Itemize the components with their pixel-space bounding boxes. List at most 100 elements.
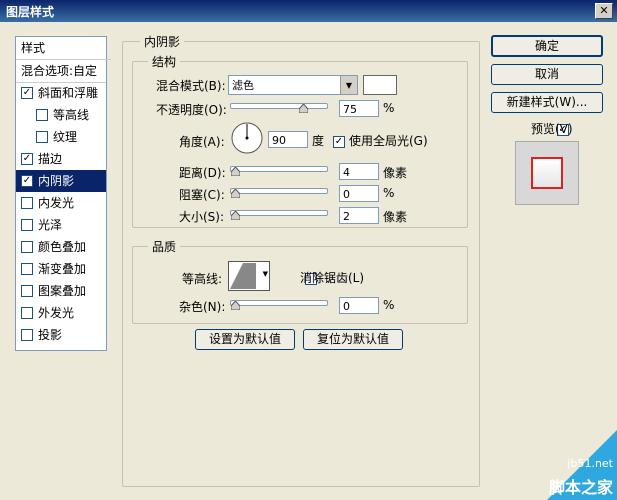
global-light-label: 使用全局光(G) <box>349 134 428 148</box>
sidebar-item-checkbox[interactable]: ✓ <box>21 174 33 187</box>
close-icon: ✕ <box>599 4 609 17</box>
sidebar-item-label: 纹理 <box>53 130 78 144</box>
new-style-button[interactable]: 新建样式(W)... <box>491 92 603 113</box>
ok-button[interactable]: 确定 <box>491 35 603 57</box>
styles-header[interactable]: 样式 <box>16 37 111 60</box>
anti-alias-label: 消除锯齿(L) <box>300 271 365 285</box>
size-unit: 像素 <box>383 210 408 224</box>
choke-slider-thumb[interactable] <box>231 189 240 198</box>
blend-options-item[interactable]: 混合选项:自定 <box>16 60 106 83</box>
sidebar-item-label: 内发光 <box>38 196 75 210</box>
size-slider[interactable] <box>230 210 328 216</box>
choke-input[interactable]: 0 <box>339 185 379 202</box>
cancel-button[interactable]: 取消 <box>491 64 603 85</box>
noise-slider-thumb[interactable] <box>231 301 240 310</box>
sidebar-item-checkbox[interactable] <box>21 196 33 209</box>
sidebar-item-10[interactable]: 外发光 <box>16 302 106 324</box>
sidebar-item-checkbox[interactable] <box>21 218 33 231</box>
opacity-input[interactable]: 75 <box>339 100 379 117</box>
choke-slider[interactable] <box>230 188 328 194</box>
size-label: 大小(S): <box>179 210 225 224</box>
size-slider-thumb[interactable] <box>231 211 240 220</box>
sidebar-item-3[interactable]: ✓ 描边 <box>16 148 106 170</box>
noise-input[interactable]: 0 <box>339 297 379 314</box>
sidebar-item-label: 内阴影 <box>38 174 75 188</box>
inner-shadow-title: 内阴影 <box>140 33 185 50</box>
close-button[interactable]: ✕ <box>595 3 613 19</box>
style-preview <box>515 141 579 205</box>
distance-slider-thumb[interactable] <box>231 167 240 176</box>
sidebar-item-checkbox[interactable] <box>21 328 33 341</box>
noise-label: 杂色(N): <box>179 300 226 314</box>
angle-input[interactable]: 90 <box>268 131 308 148</box>
sidebar-item-7[interactable]: 颜色叠加 <box>16 236 106 258</box>
contour-curve-icon <box>230 263 256 289</box>
sidebar-item-checkbox[interactable] <box>21 306 33 319</box>
quality-title: 品质 <box>148 238 181 255</box>
contour-label: 等高线: <box>182 272 223 286</box>
blend-mode-value: 滤色 <box>232 79 254 92</box>
sidebar-item-checkbox[interactable] <box>21 240 33 253</box>
sidebar-item-checkbox[interactable] <box>21 284 33 297</box>
sidebar-item-2[interactable]: 纹理 <box>16 126 106 148</box>
sidebar-item-label: 外发光 <box>38 306 75 320</box>
blend-mode-select[interactable]: 滤色 ▼ <box>228 75 358 95</box>
sidebar-item-label: 光泽 <box>38 218 63 232</box>
title-bar: 图层样式 ✕ <box>0 0 617 22</box>
reset-default-button[interactable]: 复位为默认值 <box>303 329 403 350</box>
opacity-unit: % <box>383 101 395 115</box>
sidebar-item-checkbox[interactable]: ✓ <box>21 152 33 165</box>
sidebar-item-checkbox[interactable] <box>36 108 48 121</box>
styles-list: 样式 混合选项:自定 ✓ 斜面和浮雕等高线纹理 ✓ 描边 ✓ 内阴影内发光光泽颜色叠加渐变… <box>15 36 111 351</box>
watermark: jb51.net 脚本之家 <box>477 410 617 500</box>
sidebar-item-label: 图案叠加 <box>38 284 87 298</box>
check-icon: ✓ <box>22 152 32 164</box>
opacity-slider-thumb[interactable] <box>299 104 308 113</box>
sidebar-item-label: 渐变叠加 <box>38 262 87 276</box>
sidebar-item-checkbox[interactable] <box>21 262 33 275</box>
angle-dial[interactable] <box>231 122 263 154</box>
distance-label: 距离(D): <box>179 166 226 180</box>
sidebar-item-checkbox[interactable]: ✓ <box>21 86 33 99</box>
check-icon: ✓ <box>22 86 32 98</box>
sidebar-item-label: 斜面和浮雕 <box>38 86 99 100</box>
shadow-color-swatch[interactable] <box>363 75 397 95</box>
sidebar-item-checkbox[interactable] <box>36 130 48 143</box>
watermark-name: 脚本之家 <box>548 478 613 497</box>
preview-swatch <box>531 157 563 189</box>
choke-unit: % <box>383 186 395 200</box>
choke-label: 阻塞(C): <box>179 188 225 202</box>
blend-mode-label: 混合模式(B): <box>156 79 226 93</box>
structure-title: 结构 <box>148 53 181 70</box>
contour-picker[interactable]: ▼ <box>228 261 270 291</box>
contour-dropdown-icon[interactable]: ▼ <box>263 270 268 278</box>
distance-slider[interactable] <box>230 166 328 172</box>
opacity-slider[interactable] <box>230 103 328 109</box>
noise-unit: % <box>383 298 395 312</box>
noise-slider[interactable] <box>230 300 328 306</box>
angle-label: 角度(A): <box>179 135 225 149</box>
sidebar-item-label: 颜色叠加 <box>38 240 87 254</box>
check-icon: ✓ <box>334 135 344 147</box>
sidebar-item-6[interactable]: 光泽 <box>16 214 106 236</box>
sidebar-item-label: 投影 <box>38 328 63 342</box>
check-icon: ✓ <box>22 174 32 186</box>
opacity-label: 不透明度(O): <box>156 103 227 117</box>
angle-unit: 度 <box>312 134 325 148</box>
preview-label: 预览(V) <box>531 122 573 136</box>
chevron-down-icon[interactable]: ▼ <box>340 76 357 94</box>
sidebar-item-11[interactable]: 投影 <box>16 324 106 346</box>
global-light-checkbox[interactable]: ✓ <box>333 135 345 148</box>
size-input[interactable]: 2 <box>339 207 379 224</box>
sidebar-item-9[interactable]: 图案叠加 <box>16 280 106 302</box>
window-title: 图层样式 <box>6 5 55 19</box>
distance-input[interactable]: 4 <box>339 163 379 180</box>
sidebar-item-1[interactable]: 等高线 <box>16 104 106 126</box>
sidebar-item-label: 描边 <box>38 152 63 166</box>
sidebar-item-8[interactable]: 渐变叠加 <box>16 258 106 280</box>
sidebar-item-0[interactable]: ✓ 斜面和浮雕 <box>16 82 106 104</box>
sidebar-item-5[interactable]: 内发光 <box>16 192 106 214</box>
watermark-site: jb51.net <box>567 457 613 470</box>
sidebar-item-4[interactable]: ✓ 内阴影 <box>16 170 106 192</box>
set-default-button[interactable]: 设置为默认值 <box>195 329 295 350</box>
